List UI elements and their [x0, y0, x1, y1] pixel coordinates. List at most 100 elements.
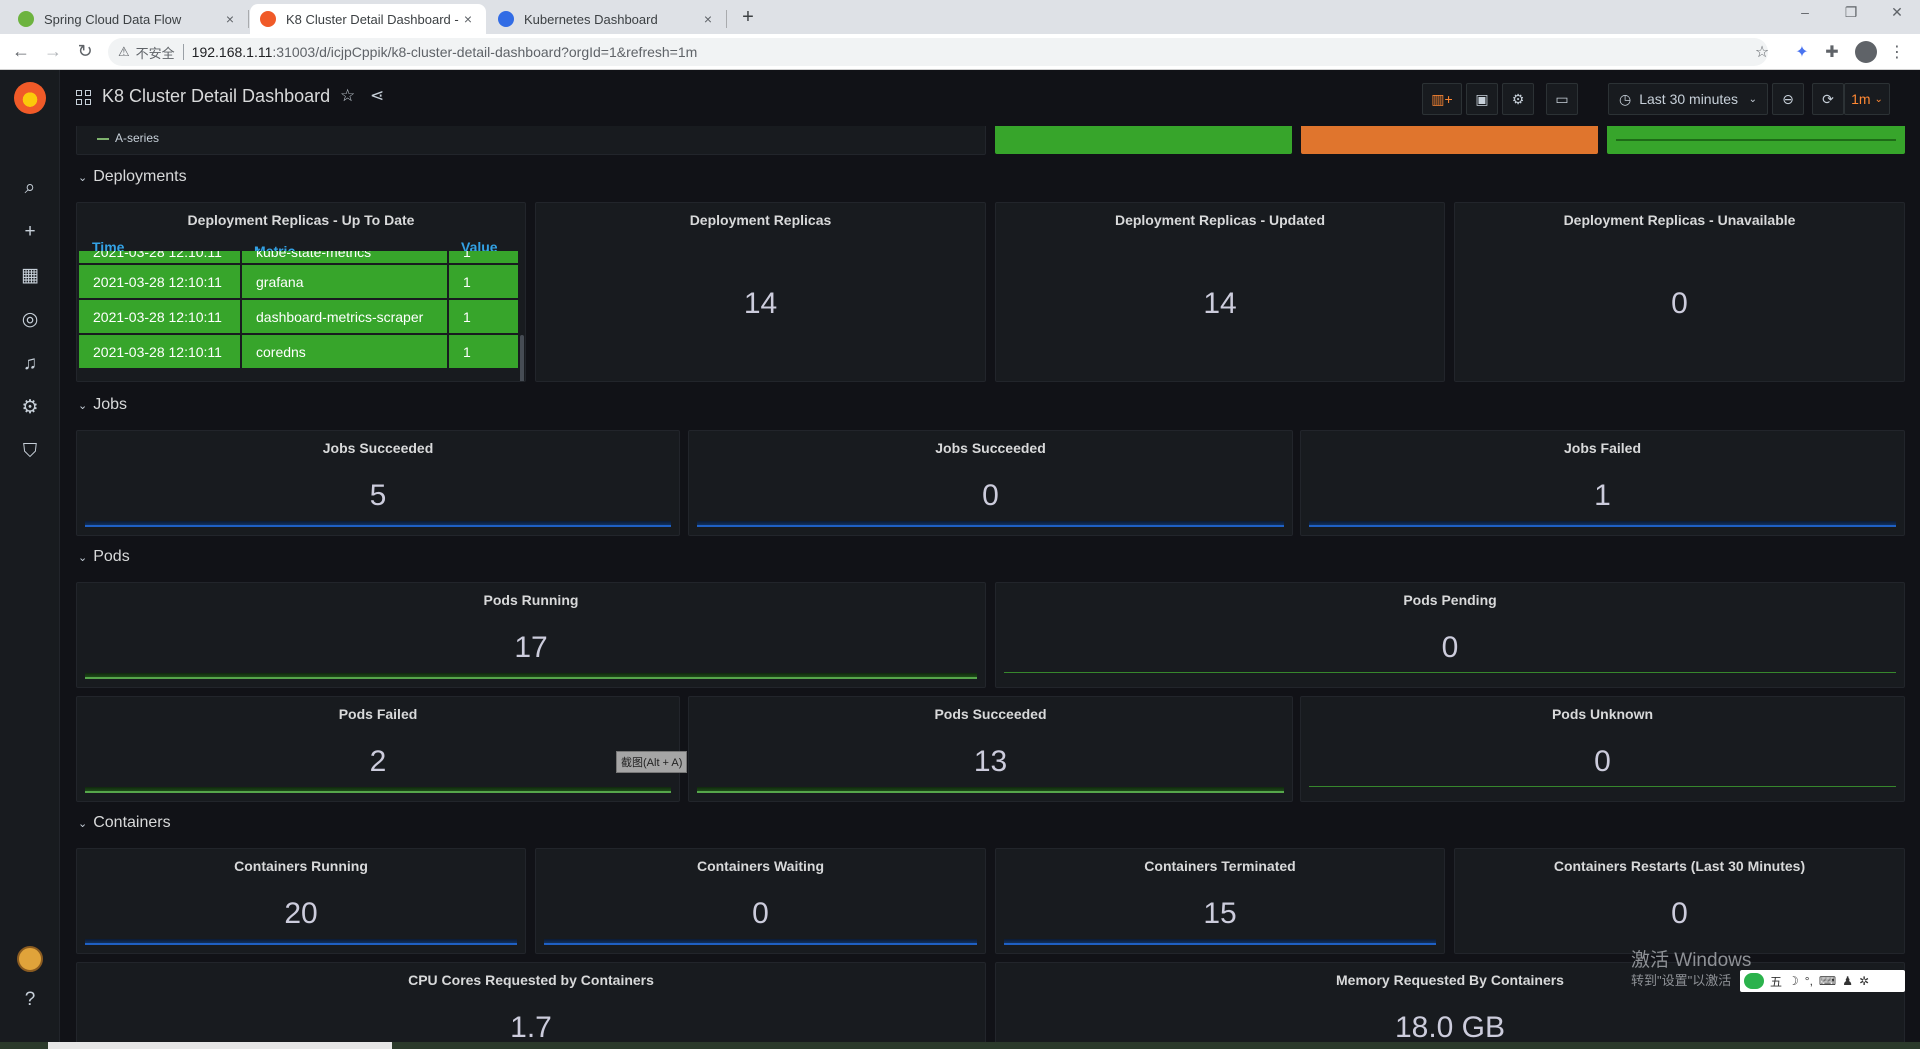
table-cell-metric: kube-state-metrics — [242, 251, 447, 263]
dashboard-title[interactable]: K8 Cluster Detail Dashboard — [102, 86, 330, 107]
new-tab-button[interactable]: + — [736, 6, 760, 29]
tab-spring-cloud-data-flow[interactable]: Spring Cloud Data Flow × — [8, 4, 248, 34]
stat-panel-pods-failed[interactable]: Pods Failed 2 — [76, 696, 680, 802]
stat-panel-deployment-replicas-updated[interactable]: Deployment Replicas - Updated 14 — [995, 202, 1445, 382]
stat-value: 0 — [1441, 631, 1459, 664]
row-title: Jobs — [93, 396, 128, 413]
configuration-gear-icon[interactable]: ⚙ — [18, 396, 42, 420]
stat-panel-partial-orange[interactable] — [1301, 126, 1598, 154]
zoom-out-button[interactable]: ⊖ — [1772, 83, 1804, 115]
user-icon[interactable]: ♟ — [1842, 974, 1853, 988]
extensions-puzzle-icon[interactable]: ✚ — [1822, 42, 1842, 62]
moon-icon[interactable]: ☽ — [1788, 974, 1799, 988]
dashboards-grid-icon[interactable]: ▦ — [18, 264, 42, 288]
user-avatar[interactable] — [17, 946, 43, 972]
row-jobs[interactable]: ⌄ Jobs — [78, 396, 127, 414]
back-arrow-icon[interactable]: ← — [10, 41, 32, 62]
extension-icon[interactable]: ✦ — [1792, 42, 1812, 62]
stat-panel-jobs-failed[interactable]: Jobs Failed 1 — [1300, 430, 1905, 536]
close-icon[interactable]: × — [460, 11, 476, 27]
dashboard-navbar: K8 Cluster Detail Dashboard ☆ ⋖ ▥+ ▣ ⚙ ▭… — [60, 70, 1920, 126]
stat-panel-containers-running[interactable]: Containers Running 20 — [76, 848, 526, 954]
chevron-down-icon: ⌄ — [78, 171, 88, 184]
stat-panel-pods-unknown[interactable]: Pods Unknown 0 — [1300, 696, 1905, 802]
reload-icon[interactable]: ↻ — [74, 41, 96, 62]
save-icon: ▣ — [1475, 90, 1489, 107]
stat-value: 17 — [514, 631, 548, 664]
stat-panel-pods-running[interactable]: Pods Running 17 — [76, 582, 986, 688]
refresh-interval-picker[interactable]: 1m ⌄ — [1844, 83, 1890, 115]
kubernetes-favicon-icon — [498, 11, 514, 27]
sogou-ime-icon[interactable] — [1744, 973, 1764, 989]
close-icon[interactable]: × — [700, 11, 716, 27]
keyboard-icon[interactable]: ⌨ — [1819, 974, 1836, 988]
table-panel-deployment-replicas-up-to-date[interactable]: Deployment Replicas - Up To Date Time Me… — [76, 202, 526, 382]
graph-legend[interactable]: A-series — [97, 131, 159, 145]
stat-value: 0 — [982, 479, 999, 512]
create-plus-icon[interactable]: + — [18, 220, 42, 244]
stat-panel-jobs-succeeded[interactable]: Jobs Succeeded 5 — [76, 430, 680, 536]
bookmark-star-icon[interactable]: ☆ — [1752, 42, 1772, 62]
explore-compass-icon[interactable]: ◎ — [18, 308, 42, 332]
settings-icon[interactable]: ✲ — [1859, 974, 1869, 988]
stat-value: 0 — [1594, 745, 1611, 778]
tab-k8-cluster-detail[interactable]: K8 Cluster Detail Dashboard - × — [250, 4, 486, 34]
sparkline — [1004, 939, 1436, 945]
monitor-icon: ▭ — [1555, 90, 1569, 107]
stat-panel-cpu-cores-requested[interactable]: CPU Cores Requested by Containers 1.7 — [76, 962, 986, 1042]
taskbar-search-box[interactable] — [48, 1042, 392, 1049]
windows-activation-hint: 转到"设置"以激活 — [1631, 973, 1732, 988]
ime-mode-icon[interactable]: 五 — [1770, 973, 1782, 990]
help-icon[interactable]: ? — [18, 988, 42, 1012]
alerting-bell-icon[interactable]: ♫ — [18, 352, 42, 376]
stat-panel-containers-terminated[interactable]: Containers Terminated 15 — [995, 848, 1445, 954]
restore-button[interactable]: ❐ — [1831, 4, 1871, 21]
windows-activation-watermark: 激活 Windows — [1631, 950, 1752, 971]
row-title: Pods — [93, 548, 130, 565]
panel-title: Pods Failed — [338, 706, 418, 722]
browser-tab-bar: Spring Cloud Data Flow × K8 Cluster Deta… — [0, 0, 1920, 34]
insecure-label[interactable]: 不安全 — [136, 43, 175, 62]
stat-panel-containers-restarts[interactable]: Containers Restarts (Last 30 Minutes) 0 — [1454, 848, 1905, 954]
forward-arrow-icon[interactable]: → — [42, 41, 64, 62]
ime-toolbar[interactable]: 五 ☽ °, ⌨ ♟ ✲ — [1740, 970, 1905, 992]
refresh-button[interactable]: ⟳ — [1812, 83, 1844, 115]
save-dashboard-button[interactable]: ▣ — [1466, 83, 1498, 115]
gauge-panel-partial-green[interactable] — [1607, 126, 1905, 154]
share-icon[interactable]: ⋖ — [370, 86, 384, 106]
add-panel-button[interactable]: ▥+ — [1422, 83, 1462, 115]
stat-panel-pods-succeeded[interactable]: Pods Succeeded 13 — [688, 696, 1293, 802]
close-icon[interactable]: × — [222, 11, 238, 27]
punctuation-icon[interactable]: °, — [1805, 974, 1813, 988]
grafana-logo-icon[interactable] — [14, 82, 46, 114]
server-admin-shield-icon[interactable]: ⛉ — [18, 440, 42, 464]
time-range-picker[interactable]: ◷ Last 30 minutes ⌄ — [1608, 83, 1768, 115]
grafana-sidemenu: ⌕ + ▦ ◎ ♫ ⚙ ⛉ ? — [0, 70, 60, 1049]
stat-value: 0 — [1671, 897, 1688, 930]
graph-panel-partial[interactable]: A-series — [76, 126, 986, 155]
row-containers[interactable]: ⌄ Containers — [78, 814, 171, 832]
dashboard-settings-button[interactable]: ⚙ — [1502, 83, 1534, 115]
minimize-button[interactable]: – — [1785, 4, 1825, 20]
browser-menu-icon[interactable]: ⋮ — [1887, 42, 1907, 62]
row-deployments[interactable]: ⌄ Deployments — [78, 168, 187, 186]
stat-panel-partial-green[interactable] — [995, 126, 1292, 154]
cycle-view-mode-button[interactable]: ▭ — [1546, 83, 1578, 115]
chevron-down-icon: ⌄ — [1874, 93, 1883, 105]
search-icon[interactable]: ⌕ — [18, 176, 42, 200]
address-bar[interactable]: ⚠ 不安全 192.168.1.11:31003/d/icjpCppik/k8-… — [108, 38, 1768, 66]
profile-avatar-icon[interactable] — [1855, 41, 1877, 63]
favorite-star-icon[interactable]: ☆ — [340, 86, 355, 106]
stat-panel-deployment-replicas[interactable]: Deployment Replicas 14 — [535, 202, 986, 382]
stat-panel-containers-waiting[interactable]: Containers Waiting 0 — [535, 848, 986, 954]
close-window-button[interactable]: ✕ — [1877, 4, 1917, 21]
time-range-label: Last 30 minutes — [1639, 91, 1739, 107]
row-pods[interactable]: ⌄ Pods — [78, 548, 130, 566]
sparkline — [697, 521, 1284, 527]
table-scrollbar[interactable] — [520, 335, 524, 381]
stat-panel-deployment-replicas-unavailable[interactable]: Deployment Replicas - Unavailable 0 — [1454, 202, 1905, 382]
stat-panel-pods-pending[interactable]: Pods Pending 0 — [995, 582, 1905, 688]
tab-kubernetes-dashboard[interactable]: Kubernetes Dashboard × — [488, 4, 726, 34]
url-host: 192.168.1.11 — [191, 44, 273, 60]
stat-panel-jobs-succeeded-2[interactable]: Jobs Succeeded 0 — [688, 430, 1293, 536]
